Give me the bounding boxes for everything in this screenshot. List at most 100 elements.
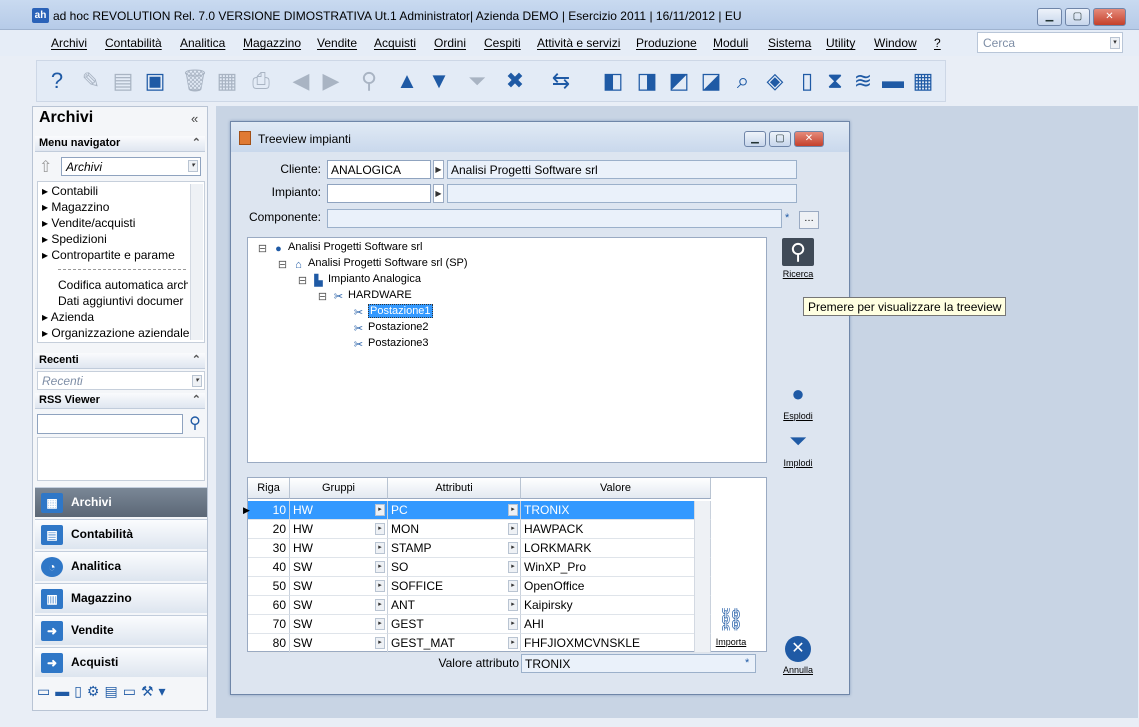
nav-vendite[interactable]: ➜ Vendite [35,615,207,645]
row-zoom-icon[interactable]: ▸ [375,542,385,554]
impianto-desc-field[interactable] [447,184,797,203]
menu-help[interactable]: ? [934,36,941,50]
maximize-icon[interactable]: ▢ [1065,8,1090,26]
row-zoom-icon[interactable]: ▸ [375,637,385,649]
grid-cell-gruppo[interactable]: SW [290,615,388,634]
grid-cell-riga[interactable]: 60 [248,596,290,615]
tree-node-impianto[interactable]: ⊟ ▙ Impianto Analogica [296,273,421,288]
grid-cell-riga[interactable]: 70 [248,615,290,634]
grid-header-gruppi[interactable]: Gruppi [290,478,388,499]
minimize-icon[interactable]: ▁ [1037,8,1062,26]
calendar-icon[interactable]: ▦ [909,67,937,95]
module-7-icon[interactable]: ▯ [793,67,821,95]
tree-node-postazione1[interactable]: ✂ Postazione1 [352,304,433,320]
row-zoom-icon[interactable]: ▸ [508,561,518,573]
recenti-select[interactable]: Recenti ▾ [37,371,205,390]
module-5-icon[interactable]: ⌕ [729,67,757,95]
tree-item-dati-aggiuntivi[interactable]: Dati aggiuntivi documer [58,294,188,308]
grid-cell-riga[interactable]: 80 [248,634,290,653]
last-icon[interactable]: ▼ [425,67,453,95]
rss-header[interactable]: RSS Viewer ⌃ [35,393,205,409]
menu-vendite[interactable]: Vendite [317,36,357,50]
menu-magazzino[interactable]: Magazzino [243,36,301,50]
module-6-icon[interactable]: ◈ [761,67,789,95]
implodi-button[interactable]: ⏷ Implodi [777,425,819,469]
chevron-down-icon[interactable]: ▾ [192,375,202,387]
impianto-field[interactable] [327,184,431,203]
cancel-icon[interactable]: ✖ [501,67,529,95]
tree-item-magazzino[interactable]: ▸ Magazzino [42,200,192,214]
menu-acquisti[interactable]: Acquisti [374,36,416,50]
module-8-icon[interactable]: ⧗ [821,67,849,95]
chevron-up-icon[interactable]: ⌃ [192,353,201,366]
valore-attributo-field[interactable]: TRONIX [521,654,756,673]
recenti-header[interactable]: Recenti ⌃ [35,353,205,369]
new-icon[interactable]: ▤ [109,67,137,95]
up-arrow-icon[interactable]: ⇧ [39,157,57,176]
grid-cell-riga[interactable]: 20 [248,520,290,539]
chevron-down-icon[interactable]: ▾ [188,160,198,172]
grid-cell-valore[interactable]: WinXP_Pro [521,558,711,577]
next-icon[interactable]: ▶ [317,67,345,95]
print-icon[interactable]: ⎙ [247,67,275,95]
grid-cell-attributo[interactable]: SO [388,558,521,577]
edit-icon[interactable]: ✎ [77,67,105,95]
tree-item-organizzazione[interactable]: ▸ Organizzazione aziendale [42,326,192,340]
grid-cell-gruppo[interactable]: SW [290,634,388,653]
load-icon[interactable]: ⇆ [547,67,575,95]
esplodi-button[interactable]: ● Esplodi [777,378,819,422]
cliente-zoom-icon[interactable]: ▶ [433,160,444,179]
row-zoom-icon[interactable]: ▸ [508,504,518,516]
tree-item-codifica[interactable]: Codifica automatica arch [58,278,188,292]
menu-contabilita[interactable]: Contabilità [105,36,162,50]
save-icon[interactable]: ▣ [141,67,169,95]
delete-icon[interactable]: 🗑 [181,67,209,95]
module-9-icon[interactable]: ≋ [849,67,877,95]
grid-cell-riga[interactable]: 30 [248,539,290,558]
grid-cell-attributo[interactable]: STAMP [388,539,521,558]
zoom-icon[interactable]: ⚲ [355,67,383,95]
print-preview-icon[interactable]: ▦ [213,67,241,95]
tree-view[interactable]: ⊟ ● Analisi Progetti Software srl ⊟ ⌂ Analis… [247,237,767,463]
grid-cell-valore[interactable]: LORKMARK [521,539,711,558]
minimize-icon[interactable]: ▁ [744,131,766,147]
module-1-icon[interactable]: ◧ [599,67,627,95]
nav-archivi[interactable]: ▦ Archivi [35,487,207,517]
nav-contabilita[interactable]: ▤ Contabilità [35,519,207,549]
chevron-up-icon[interactable]: ⌃ [192,393,201,406]
ellipsis-button[interactable]: … [799,211,819,229]
grid-cell-valore[interactable]: HAWPACK [521,520,711,539]
grid-scrollbar[interactable] [694,501,710,652]
row-zoom-icon[interactable]: ▸ [375,504,385,516]
help-icon[interactable]: ? [43,67,71,95]
row-zoom-icon[interactable]: ▸ [508,618,518,630]
tree-item-azienda[interactable]: ▸ Azienda [42,310,192,324]
grid-cell-valore[interactable]: AHI [521,615,711,634]
search-input[interactable]: Cerca ▾ [977,32,1123,53]
row-zoom-icon[interactable]: ▸ [375,523,385,535]
row-zoom-icon[interactable]: ▸ [508,580,518,592]
grid-cell-gruppo[interactable]: HW [290,501,388,520]
tree-node-postazione2[interactable]: ✂ Postazione2 [352,321,429,336]
menu-ordini[interactable]: Ordini [434,36,466,50]
menu-window[interactable]: Window [874,36,917,50]
attributes-grid[interactable]: Riga Gruppi Attributi Valore 10 HW ▸ PC ▸ TRONIX 2… [243,477,767,653]
grid-header-attributi[interactable]: Attributi [388,478,521,499]
grid-cell-gruppo[interactable]: SW [290,596,388,615]
nav-acquisti[interactable]: ➜ Acquisti [35,647,207,677]
nav-analitica[interactable]: ◔ Analitica [35,551,207,581]
grid-header-riga[interactable]: Riga [248,478,290,499]
grid-cell-attributo[interactable]: ANT [388,596,521,615]
scrollbar[interactable] [190,184,203,340]
menu-archivi[interactable]: Archivi [51,36,87,50]
row-zoom-icon[interactable]: ▸ [508,542,518,554]
first-icon[interactable]: ▲ [393,67,421,95]
grid-cell-valore[interactable]: TRONIX [521,501,711,520]
collapse-icon[interactable]: « [191,111,198,126]
module-4-icon[interactable]: ◪ [697,67,725,95]
search-icon[interactable]: ⚲ [185,413,205,433]
tree-item-vendite-acquisti[interactable]: ▸ Vendite/acquisti [42,216,192,230]
tree-item-spedizioni[interactable]: ▸ Spedizioni [42,232,192,246]
filter-icon[interactable]: ⏷ [463,67,491,95]
tree-node-cliente[interactable]: ⊟ ● Analisi Progetti Software srl [256,241,423,256]
